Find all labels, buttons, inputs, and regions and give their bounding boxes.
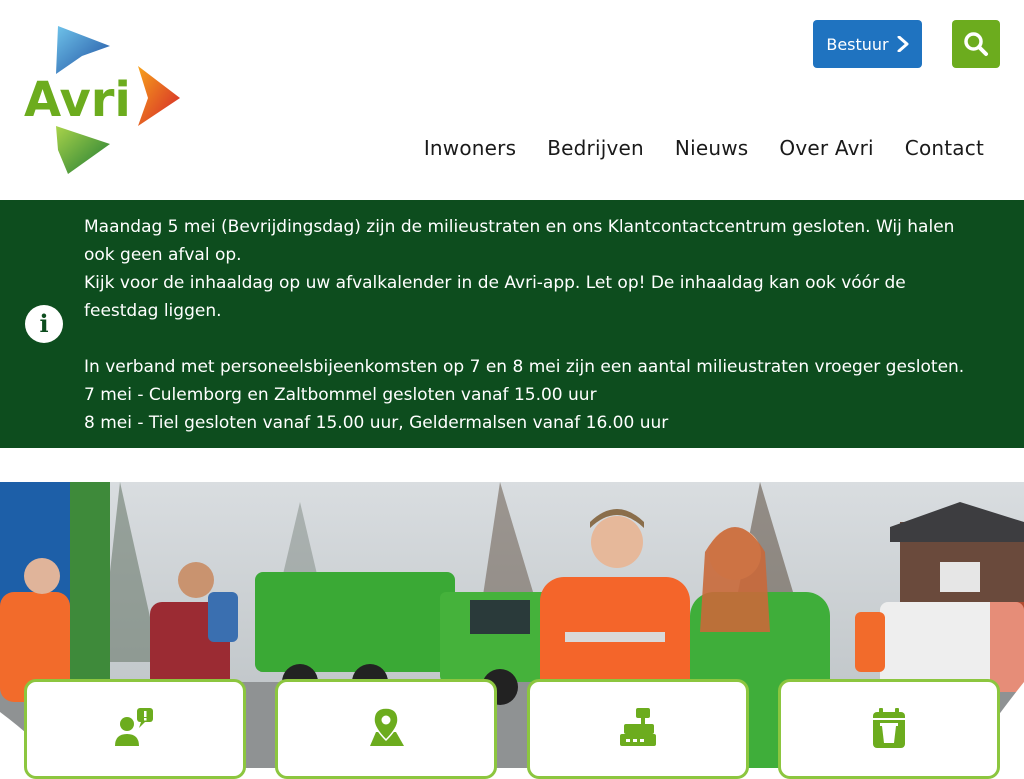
main-nav: Inwoners Bedrijven Nieuws Over Avri Cont… (424, 136, 984, 160)
bestuur-label: Bestuur (826, 34, 889, 54)
nav-item-bedrijven[interactable]: Bedrijven (547, 136, 644, 160)
search-button[interactable] (952, 20, 1000, 68)
info-icon: i (25, 305, 63, 343)
calendar-bin-icon (873, 708, 905, 748)
nav-item-nieuws[interactable]: Nieuws (675, 136, 748, 160)
site-header: Avri Bestuur Inwoners Bedrijven Nieuws O… (0, 0, 1024, 200)
chevron-right-icon (897, 36, 909, 52)
service-card[interactable] (275, 679, 497, 779)
nav-item-inwoners[interactable]: Inwoners (424, 136, 516, 160)
notice-line: In verband met personeelsbijeenkomsten o… (84, 357, 965, 377)
svg-text:Avri: Avri (24, 72, 131, 128)
service-cards (24, 679, 1000, 779)
nav-item-contact[interactable]: Contact (905, 136, 984, 160)
service-card[interactable] (24, 679, 246, 779)
service-card[interactable] (778, 679, 1000, 779)
cash-register-icon (620, 708, 656, 746)
notice-spacer (84, 325, 984, 353)
person-message-icon (115, 708, 153, 746)
service-card[interactable] (527, 679, 749, 779)
avri-logo-mark: Avri (24, 26, 180, 174)
notice-line: Maandag 5 mei (Bevrijdingsdag) zijn de m… (84, 217, 955, 265)
map-pin-icon (370, 707, 404, 746)
notice-line: 7 mei - Culemborg en Zaltbommel gesloten… (84, 385, 597, 405)
search-icon (964, 32, 988, 56)
notice-banner: i Maandag 5 mei (Bevrijdingsdag) zijn de… (0, 200, 1024, 448)
notice-line: 8 mei - Tiel gesloten vanaf 15.00 uur, G… (84, 413, 669, 433)
notice-line: Kijk voor de inhaaldag op uw afvalkalend… (84, 273, 906, 321)
nav-item-over-avri[interactable]: Over Avri (779, 136, 873, 160)
avri-logo[interactable]: Avri (22, 22, 184, 178)
notice-text: Maandag 5 mei (Bevrijdingsdag) zijn de m… (84, 213, 984, 437)
bestuur-button[interactable]: Bestuur (813, 20, 922, 68)
